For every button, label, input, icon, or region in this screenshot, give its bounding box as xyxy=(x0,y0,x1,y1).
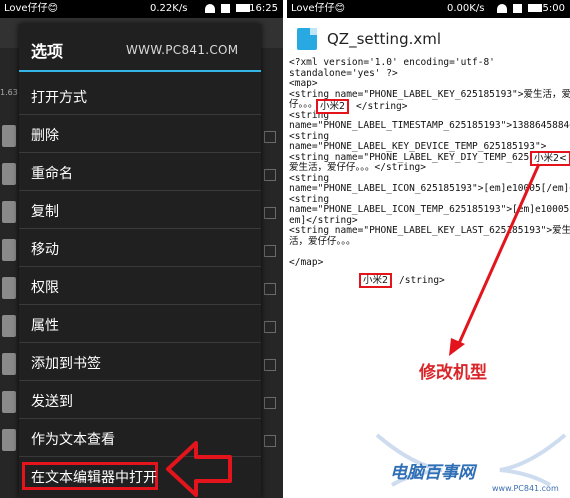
status-speed: 0.00K/s xyxy=(447,3,485,14)
file-icon-stub xyxy=(2,201,16,223)
file-icon-stub xyxy=(2,429,16,451)
file-icon-stub xyxy=(2,163,16,185)
signal-icons xyxy=(205,4,253,14)
file-icon-stub xyxy=(2,125,16,147)
device-model-value: 小米2 xyxy=(361,275,391,286)
status-time: 16:25 xyxy=(249,3,278,14)
file-icon-stub xyxy=(2,239,16,261)
watermark-text: WWW.PC841.COM xyxy=(126,43,239,57)
file-icon-stub xyxy=(2,315,16,337)
path-fragment: 1.63 xyxy=(0,88,18,97)
menu-item-label: 移动 xyxy=(31,242,59,258)
menu-item-delete[interactable]: 删除 xyxy=(19,115,261,153)
xml-line: name="PHONE_LABEL_TIMESTAMP_625185193">1… xyxy=(289,120,570,131)
file-checkbox[interactable] xyxy=(264,131,276,143)
red-arrow-icon xyxy=(166,441,232,497)
status-carrier: Love仔仔😊 xyxy=(291,3,346,14)
watermark-url: www.PC841.com xyxy=(492,484,559,493)
file-icon-stub xyxy=(2,353,16,375)
file-checkbox[interactable] xyxy=(264,245,276,257)
menu-item-label: 删除 xyxy=(31,128,59,144)
menu-item-permissions[interactable]: 权限 xyxy=(19,267,261,305)
file-checkbox[interactable] xyxy=(264,435,276,447)
wifi-icon xyxy=(205,4,215,13)
device-model-highlight: 小米2 xyxy=(359,273,393,288)
signal-icon xyxy=(513,4,523,13)
status-time: 15:00 xyxy=(536,3,565,14)
file-title: QZ_setting.xml xyxy=(327,30,442,48)
menu-item-send-to[interactable]: 发送到 xyxy=(19,381,261,419)
menu-item-label: 添加到书签 xyxy=(31,356,101,372)
right-screen: Love仔仔😊 0.00K/s 15:00 QZ_setting.xml <?x… xyxy=(287,0,570,498)
wifi-icon xyxy=(497,4,507,13)
xml-line: name="PHONE_LABEL_KEY_DEVICE_TEMP_625185… xyxy=(289,141,547,152)
status-bar-right: Love仔仔😊 0.00K/s 15:00 xyxy=(287,0,570,18)
menu-item-label: 重命名 xyxy=(31,166,73,182)
menu-item-label: 发送到 xyxy=(31,394,73,410)
menu-item-label: 复制 xyxy=(31,204,59,220)
xml-line: <map> xyxy=(289,78,318,89)
signal-icon xyxy=(221,4,231,13)
menu-item-label: 权限 xyxy=(31,280,59,296)
device-model-highlight: 小米2 xyxy=(316,99,350,114)
file-icon-stub xyxy=(2,277,16,299)
menu-item-label: 在文本编辑器中打开 xyxy=(31,470,157,486)
menu-item-properties[interactable]: 属性 xyxy=(19,305,261,343)
menu-item-label: 作为文本查看 xyxy=(31,432,115,448)
status-carrier: Love仔仔😊 xyxy=(4,3,59,14)
left-screen: Love仔仔😊 0.22K/s 16:25 1.63 选项 打开方式 删除 重命… xyxy=(0,0,283,498)
menu-item-copy[interactable]: 复制 xyxy=(19,191,261,229)
file-checkbox[interactable] xyxy=(264,283,276,295)
xml-file-icon xyxy=(297,28,317,50)
menu-item-rename[interactable]: 重命名 xyxy=(19,153,261,191)
xml-line: standalone='yes' ?> xyxy=(289,67,398,79)
menu-item-open-with[interactable]: 打开方式 xyxy=(19,77,261,115)
file-checkbox[interactable] xyxy=(264,397,276,409)
file-checkbox[interactable] xyxy=(264,207,276,219)
status-bar-left: Love仔仔😊 0.22K/s 16:25 xyxy=(0,0,283,18)
annotation-label: 修改机型 xyxy=(419,363,487,383)
status-speed: 0.22K/s xyxy=(150,3,188,14)
dialog-title: 选项 xyxy=(31,42,64,61)
xml-fragment: </string> xyxy=(356,101,408,112)
file-checkbox[interactable] xyxy=(264,169,276,181)
menu-item-label: 属性 xyxy=(31,318,59,334)
options-dialog: 选项 打开方式 删除 重命名 复制 移动 权限 属性 添加到书签 发送到 作为文… xyxy=(19,24,261,498)
red-pointer-arrow-icon xyxy=(449,163,541,356)
file-checkbox[interactable] xyxy=(264,359,276,371)
title-divider xyxy=(19,70,261,72)
file-icon-stub xyxy=(2,391,16,413)
menu-item-move[interactable]: 移动 xyxy=(19,229,261,267)
watermark-logo-text: 电脑百事网 xyxy=(390,463,475,483)
menu-item-label: 打开方式 xyxy=(31,90,87,106)
device-model-value: 小米2 xyxy=(318,101,348,112)
file-checkbox[interactable] xyxy=(264,321,276,333)
xml-line: <?xml version='1.0' encoding='utf-8' xyxy=(289,57,495,68)
menu-item-add-bookmark[interactable]: 添加到书签 xyxy=(19,343,261,381)
